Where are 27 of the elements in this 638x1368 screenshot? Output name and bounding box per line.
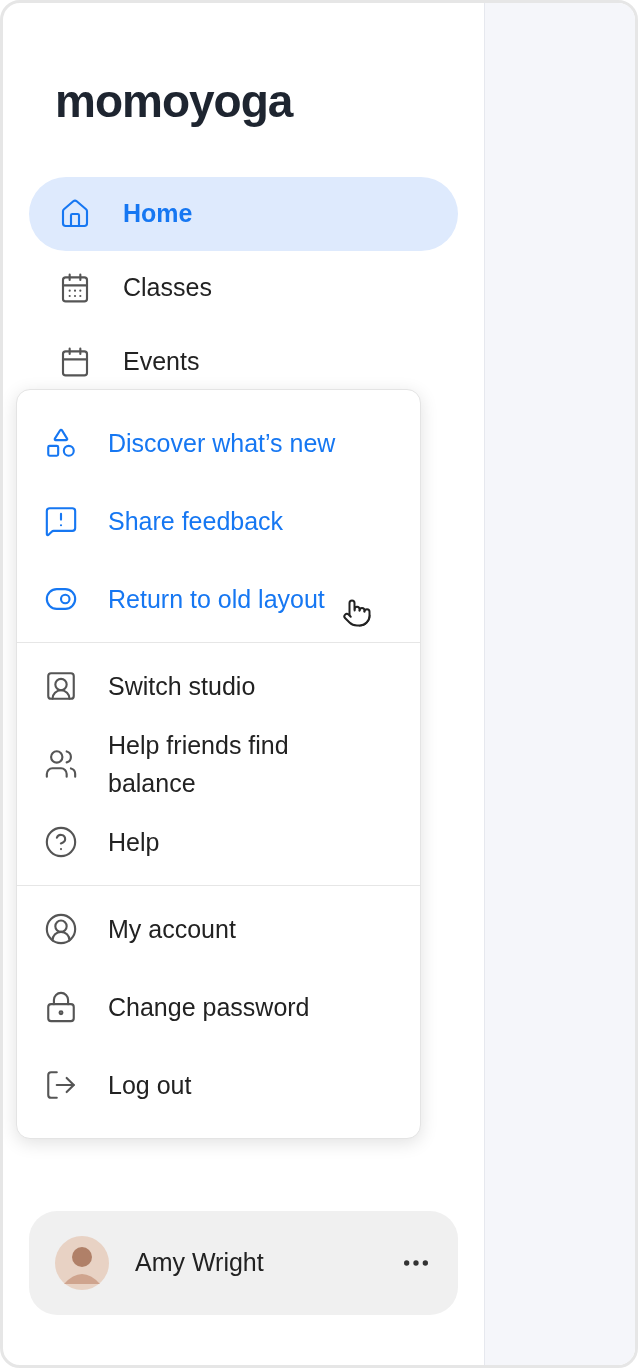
- nav-item[interactable]: Events: [29, 325, 458, 399]
- menu-item[interactable]: Help: [17, 803, 420, 881]
- avatar: [55, 1236, 109, 1290]
- menu-item[interactable]: Return to old layout: [17, 560, 420, 638]
- menu-item[interactable]: Log out: [17, 1046, 420, 1124]
- lock-icon: [44, 990, 78, 1024]
- calendar-icon: [59, 346, 91, 378]
- nav-item[interactable]: Classes: [29, 251, 458, 325]
- user-name: Amy Wright: [135, 1247, 265, 1279]
- menu-item[interactable]: Help friends find balance: [17, 725, 420, 803]
- logout-icon: [44, 1068, 78, 1102]
- menu-item[interactable]: My account: [17, 890, 420, 968]
- menu-item[interactable]: Switch studio: [17, 647, 420, 725]
- menu-item[interactable]: Share feedback: [17, 482, 420, 560]
- logo: momoyoga: [55, 74, 293, 129]
- home-icon: [59, 198, 91, 230]
- help-icon: [44, 825, 78, 859]
- shapes-icon: [44, 426, 78, 460]
- menu-item[interactable]: Discover what’s new: [17, 404, 420, 482]
- user-square-icon: [44, 669, 78, 703]
- menu-item[interactable]: Change password: [17, 968, 420, 1046]
- hand-pointer-icon: [342, 598, 372, 628]
- user-card[interactable]: Amy Wright: [29, 1211, 458, 1315]
- people-icon: [44, 747, 78, 781]
- calendar-grid-icon: [59, 272, 91, 304]
- user-circle-icon: [44, 912, 78, 946]
- chat-bubble-icon: [44, 504, 78, 538]
